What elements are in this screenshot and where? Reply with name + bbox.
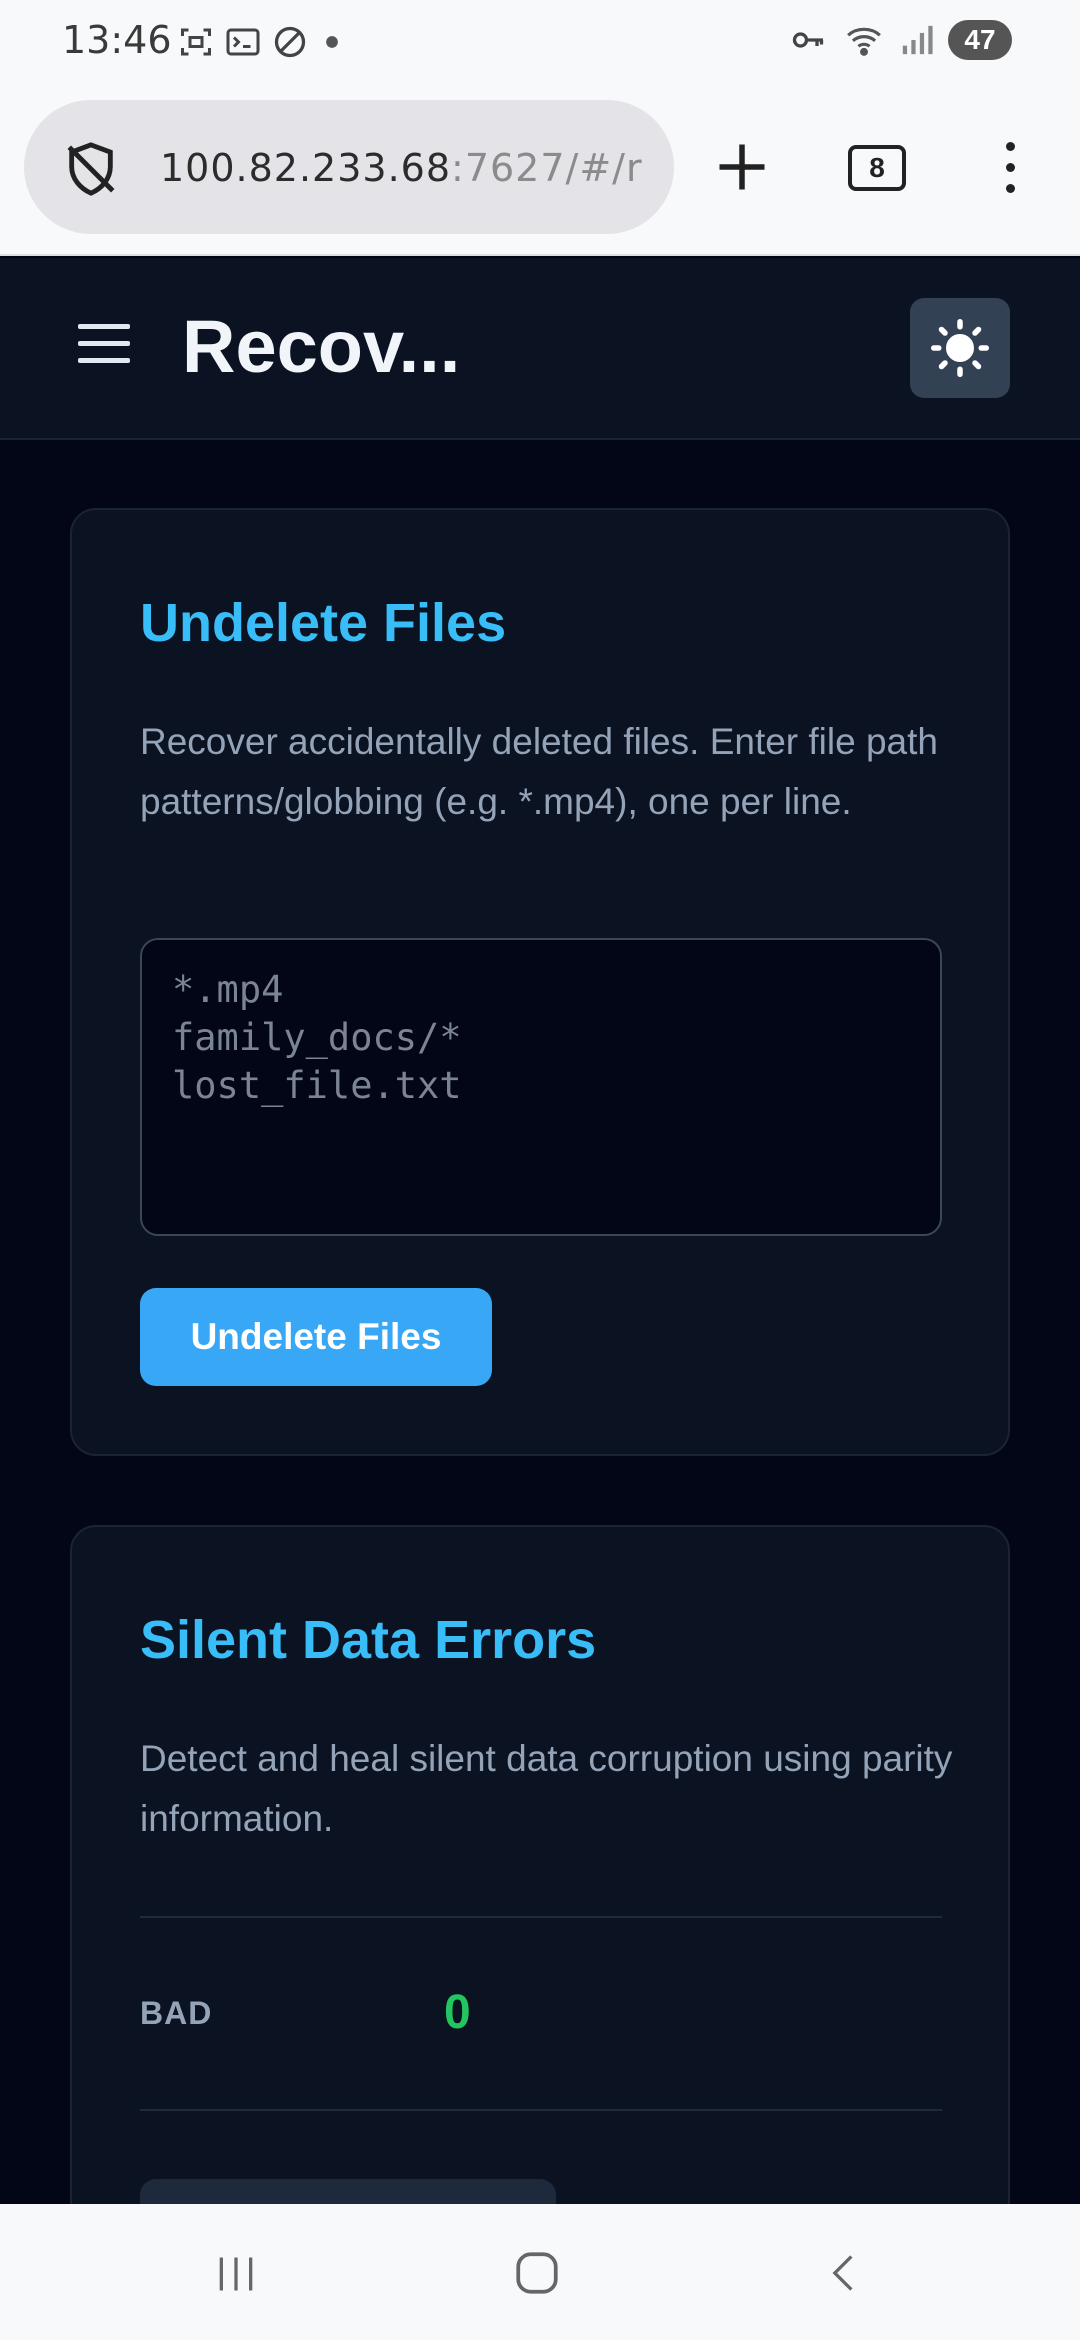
undelete-files-button[interactable]: Undelete Files <box>140 1288 492 1386</box>
url-host: 100.82.233.68 <box>160 146 452 190</box>
undelete-files-card: Undelete Files Recover accidentally dele… <box>70 508 1010 1456</box>
bad-count-label: BAD <box>140 1995 213 2031</box>
do-not-disturb-icon <box>274 26 306 58</box>
sun-icon <box>931 319 989 377</box>
divider <box>140 2109 942 2111</box>
undelete-files-title: Undelete Files <box>140 593 507 653</box>
divider <box>140 1916 942 1918</box>
plus-icon[interactable] <box>712 137 772 197</box>
bad-count-value: 0 <box>444 1986 471 2039</box>
dot-icon <box>326 36 338 48</box>
silent-data-errors-description: Detect and heal silent data corruption u… <box>140 1738 953 1839</box>
shield-off-icon[interactable] <box>62 140 120 198</box>
notification-icons <box>178 24 346 60</box>
signal-icon <box>902 25 933 55</box>
theme-toggle-button[interactable] <box>910 298 1010 398</box>
browser-toolbar: 100.82.233.68:7627/#/r 8 <box>0 84 1080 256</box>
terminal-icon <box>226 28 260 56</box>
back-icon[interactable] <box>822 2248 866 2298</box>
page-title: Recov... <box>182 305 461 388</box>
tabs-icon[interactable]: 8 <box>848 145 906 191</box>
url-path: :7627/#/r <box>451 146 643 190</box>
url-text[interactable]: 100.82.233.68:7627/#/r <box>160 146 660 190</box>
status-bar: 13:46 47 <box>0 0 1080 84</box>
key-icon <box>792 32 824 48</box>
battery-icon: 47 <box>948 20 1012 60</box>
hamburger-icon[interactable] <box>78 324 130 375</box>
address-bar[interactable]: 100.82.233.68:7627/#/r <box>24 100 674 234</box>
undelete-files-description: Recover accidentally deleted files. Ente… <box>140 721 938 822</box>
system-icons: 47 <box>788 20 1012 60</box>
silent-data-errors-title: Silent Data Errors <box>140 1610 597 1670</box>
screenshot-icon <box>181 28 211 56</box>
home-icon[interactable] <box>512 2248 562 2298</box>
status-time: 13:46 <box>62 18 172 62</box>
app-header: Recov... <box>0 258 1080 440</box>
wifi-icon <box>847 27 881 56</box>
recents-icon[interactable] <box>214 2252 258 2296</box>
file-patterns-input[interactable] <box>140 938 942 1236</box>
navigation-bar <box>0 2204 1080 2340</box>
more-vertical-icon[interactable] <box>1006 142 1015 205</box>
